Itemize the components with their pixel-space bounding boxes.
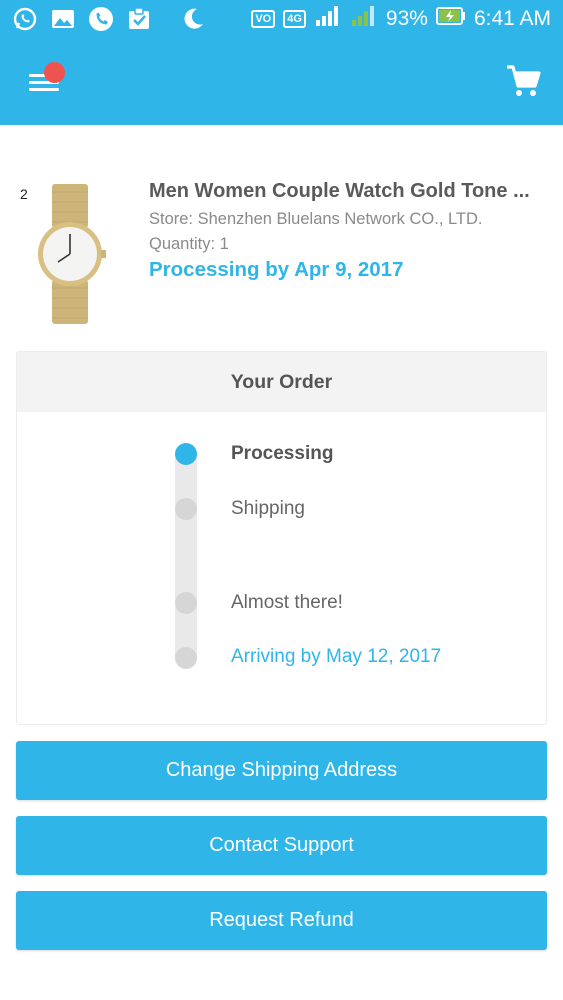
menu-icon-line — [29, 88, 59, 91]
quantity: Quantity: 1 — [149, 235, 229, 253]
status-bar: VO 4G 93% 6:41 AM — [0, 0, 563, 38]
contact-support-button[interactable]: Contact Support — [16, 816, 547, 875]
whatsapp-icon — [12, 6, 38, 32]
system-indicators: VO 4G 93% 6:41 AM — [251, 4, 551, 34]
signal-icon-secondary — [350, 4, 378, 34]
request-refund-button[interactable]: Request Refund — [16, 891, 547, 950]
order-item[interactable]: 2 Men Women Couple Watch Gold Tone ... S… — [0, 160, 563, 340]
step-dot-arriving — [175, 647, 197, 669]
step-dot-shipping — [175, 498, 197, 520]
product-image — [36, 184, 106, 324]
battery-charging-icon — [435, 6, 466, 32]
processing-date: Processing by Apr 9, 2017 — [149, 258, 404, 281]
store-name: Store: Shenzhen Bluelans Network CO., LT… — [149, 210, 483, 228]
order-status-card: Your Order Processing Shipping Almost th… — [16, 351, 547, 725]
clock: 6:41 AM — [473, 7, 551, 30]
step-label-processing: Processing — [231, 443, 334, 464]
step-label-shipping: Shipping — [231, 498, 305, 519]
signal-icon — [314, 4, 342, 34]
menu-button[interactable] — [24, 62, 68, 102]
network-type-badge: 4G — [283, 10, 306, 28]
notification-icons — [12, 6, 206, 32]
progress-track — [175, 444, 197, 666]
image-icon — [50, 6, 76, 32]
app-bar — [0, 38, 563, 125]
clipboard-check-icon — [126, 6, 152, 32]
phone-icon — [88, 6, 114, 32]
notification-badge — [44, 62, 65, 83]
order-card-title: Your Order — [17, 352, 546, 412]
step-dot-almost-there — [175, 592, 197, 614]
volte-badge: VO — [251, 10, 276, 28]
change-shipping-address-button[interactable]: Change Shipping Address — [16, 741, 547, 800]
step-dot-processing — [175, 443, 197, 465]
product-title[interactable]: Men Women Couple Watch Gold Tone ... — [149, 180, 549, 203]
cart-button[interactable] — [505, 62, 543, 100]
moon-icon — [180, 6, 206, 32]
step-label-arriving: Arriving by May 12, 2017 — [231, 646, 442, 667]
cart-icon — [507, 65, 541, 96]
step-label-almost-there: Almost there! — [231, 592, 343, 613]
battery-percent: 93% — [385, 7, 428, 30]
item-index: 2 — [20, 186, 28, 202]
